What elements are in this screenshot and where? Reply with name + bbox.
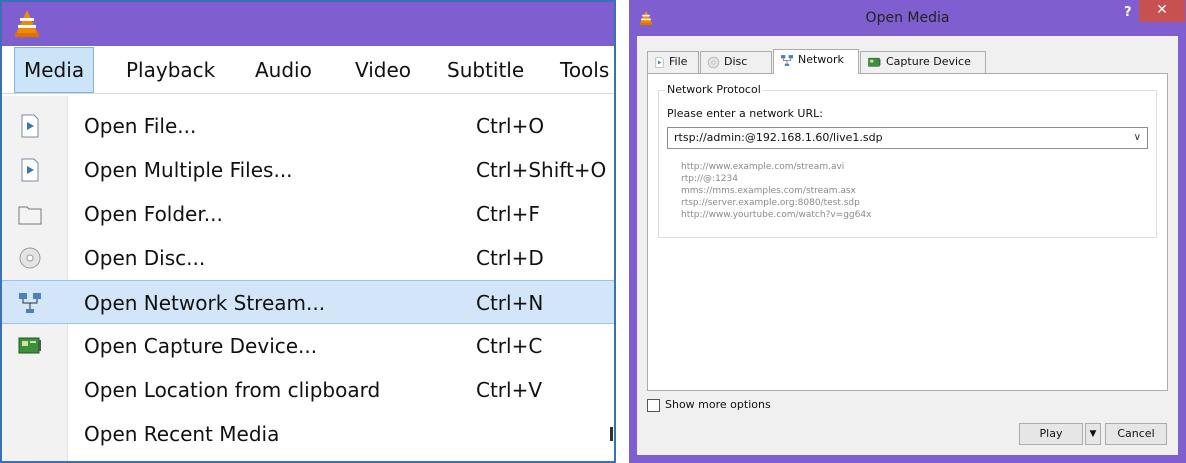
files-icon [21, 158, 39, 182]
dropdown-arrow-icon: ▼ [1089, 429, 1097, 439]
capture-card-icon [868, 57, 881, 67]
url-example: mms://mms.examples.com/stream.asx [681, 186, 856, 196]
menu-item-label: Open Recent Media [84, 422, 280, 446]
network-icon [19, 293, 41, 313]
tab-label: Network [798, 53, 844, 66]
menu-item-open-multiple-files[interactable]: Open Multiple Files... Ctrl+Shift+O [2, 148, 614, 192]
show-more-options-checkbox[interactable] [647, 399, 660, 412]
menu-audio[interactable]: Audio [255, 46, 312, 94]
menu-item-open-network-stream[interactable]: Open Network Stream... Ctrl+N [2, 280, 614, 324]
menu-bar: Media Playback Audio Video Subtitle Tool… [2, 46, 614, 94]
menu-item-open-capture-device[interactable]: Open Capture Device... Ctrl+C [2, 324, 614, 368]
menu-subtitle[interactable]: Subtitle [447, 46, 524, 94]
vlc-main-window: Media Playback Audio Video Subtitle Tool… [0, 0, 616, 463]
menu-item-label: Open File... [84, 114, 197, 138]
menu-item-shortcut: Ctrl+V [476, 378, 543, 402]
tab-label: Capture Device [886, 55, 971, 68]
menu-item-open-disc[interactable]: Open Disc... Ctrl+D [2, 236, 614, 280]
menu-item-open-location-from-clipboard[interactable]: Open Location from clipboard Ctrl+V [2, 368, 614, 412]
open-media-dialog: Open Media ? ✕ File Disc Network Capture… [629, 0, 1186, 463]
play-options-dropdown[interactable]: ▼ [1085, 423, 1101, 445]
network-tab-pane: Network Protocol Please enter a network … [647, 73, 1168, 391]
menu-item-open-folder[interactable]: Open Folder... Ctrl+F [2, 192, 614, 236]
tab-disc[interactable]: Disc [700, 51, 772, 73]
menu-item-open-recent-media[interactable]: Open Recent Media [2, 412, 614, 456]
menu-item-label: Open Multiple Files... [84, 158, 293, 182]
menu-item-open-file[interactable]: Open File... Ctrl+O [2, 104, 614, 148]
url-example: rtsp://server.example.org:8080/test.sdp [681, 198, 860, 208]
menu-media[interactable]: Media [14, 47, 95, 93]
url-example: rtp://@:1234 [681, 174, 738, 184]
url-example: http://www.yourtube.com/watch?v=gg64x [681, 210, 872, 220]
close-button[interactable]: ✕ [1139, 0, 1185, 22]
tab-capture-device[interactable]: Capture Device [860, 51, 986, 73]
folder-icon [18, 206, 42, 225]
chevron-down-icon[interactable]: ∨ [1134, 128, 1141, 148]
disc-icon [19, 247, 41, 269]
network-url-combobox[interactable]: rtsp://admin:@192.168.1.60/live1.sdp ∨ [667, 127, 1148, 149]
file-icon [655, 56, 664, 68]
dialog-title: Open Media [865, 10, 950, 26]
menu-item-shortcut: Ctrl+D [476, 246, 544, 270]
tab-network[interactable]: Network [773, 49, 859, 74]
menu-item-label: Open Folder... [84, 202, 223, 226]
play-button-label: Play [1039, 427, 1063, 440]
capture-card-icon [18, 337, 41, 354]
menu-item-shortcut: Ctrl+F [476, 202, 540, 226]
submenu-arrow-icon [610, 427, 613, 441]
menu-playback[interactable]: Playback [126, 46, 215, 94]
network-icon [781, 54, 793, 66]
vlc-cone-icon [15, 10, 39, 37]
disc-icon [707, 56, 720, 68]
file-icon [21, 114, 39, 138]
menu-item-label: Open Network Stream... [84, 291, 326, 315]
menu-item-label: Open Disc... [84, 246, 206, 270]
menu-item-shortcut: Ctrl+O [476, 114, 545, 138]
play-button[interactable]: Play [1019, 423, 1083, 445]
menu-item-shortcut: Ctrl+Shift+O [476, 158, 607, 182]
menu-item-shortcut: Ctrl+N [476, 291, 544, 315]
help-button[interactable]: ? [1124, 5, 1132, 20]
show-more-options-label[interactable]: Show more options [665, 398, 771, 411]
tab-label: Disc [724, 55, 748, 68]
menu-item-shortcut: Ctrl+C [476, 334, 543, 358]
dialog-client-area: File Disc Network Capture Device Network… [637, 36, 1178, 455]
vlc-titlebar [2, 2, 614, 46]
network-url-value: rtsp://admin:@192.168.1.60/live1.sdp [674, 131, 883, 144]
menu-video[interactable]: Video [355, 46, 411, 94]
menu-item-label: Open Location from clipboard [84, 378, 381, 402]
menu-tools[interactable]: Tools [560, 46, 609, 94]
url-examples: http://www.example.com/stream.avi rtp://… [681, 161, 871, 221]
group-title: Network Protocol [665, 83, 763, 96]
tab-label: File [669, 55, 688, 68]
url-example: http://www.example.com/stream.avi [681, 162, 845, 172]
tab-file[interactable]: File [647, 51, 699, 73]
url-prompt-label: Please enter a network URL: [667, 107, 823, 120]
cancel-button[interactable]: Cancel [1105, 423, 1167, 445]
media-dropdown-menu: Open File... Ctrl+O Open Multiple Files.… [2, 96, 614, 461]
cancel-button-label: Cancel [1117, 427, 1155, 440]
network-protocol-group: Network Protocol Please enter a network … [658, 83, 1157, 238]
menu-item-label: Open Capture Device... [84, 334, 318, 358]
